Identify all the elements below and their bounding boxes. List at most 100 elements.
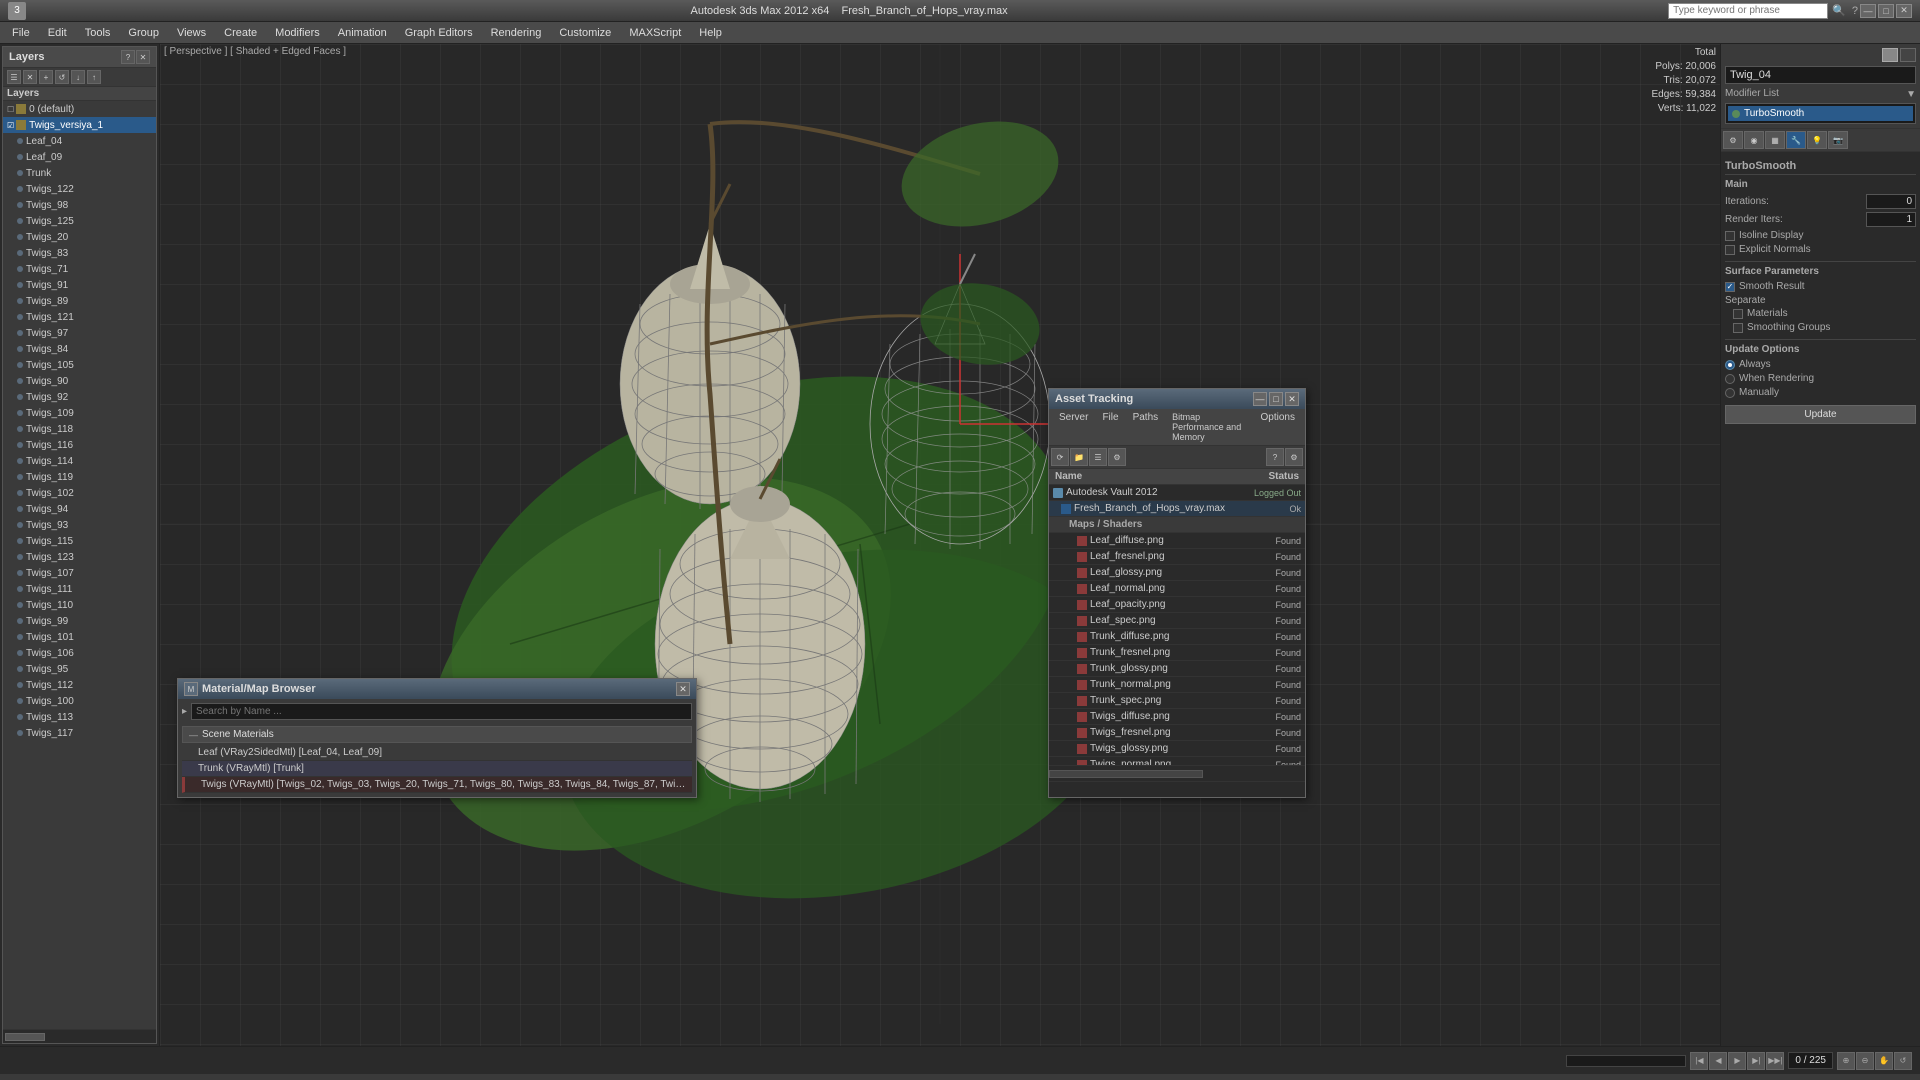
layer-item-trunk[interactable]: Trunk: [3, 165, 156, 181]
layers-down-btn[interactable]: ↓: [71, 70, 85, 84]
render-iters-input[interactable]: [1866, 212, 1916, 227]
layer-item-twigs107[interactable]: Twigs_107: [3, 565, 156, 581]
asset-hscroll[interactable]: [1049, 765, 1305, 781]
menu-modifiers[interactable]: Modifiers: [267, 25, 328, 41]
layer-item-twigs110[interactable]: Twigs_110: [3, 597, 156, 613]
asset-tracking-minimize[interactable]: —: [1253, 392, 1267, 406]
isoline-display-checkbox[interactable]: [1725, 231, 1735, 241]
go-end-btn[interactable]: ▶▶|: [1766, 1052, 1784, 1070]
asset-row-vault[interactable]: Autodesk Vault 2012 Logged Out: [1049, 485, 1305, 501]
menu-maxscript[interactable]: MAXScript: [621, 25, 689, 41]
asset-row-trunk-fresnel[interactable]: Trunk_fresnel.png Found: [1049, 645, 1305, 661]
menu-group[interactable]: Group: [120, 25, 167, 41]
layer-item-twigs101[interactable]: Twigs_101: [3, 629, 156, 645]
layer-item-twigs122[interactable]: Twigs_122: [3, 181, 156, 197]
material-browser-close[interactable]: ✕: [676, 682, 690, 696]
asset-row-trunk-spec[interactable]: Trunk_spec.png Found: [1049, 693, 1305, 709]
material-search-input[interactable]: [191, 703, 692, 720]
asset-menu-file[interactable]: File: [1096, 411, 1124, 443]
tab-icon-4[interactable]: 🔧: [1786, 131, 1806, 149]
search-input[interactable]: [1668, 3, 1828, 19]
smooth-result-checkbox[interactable]: ✓: [1725, 282, 1735, 292]
asset-row-twigs-glossy[interactable]: Twigs_glossy.png Found: [1049, 741, 1305, 757]
tab-icon-2[interactable]: ◉: [1744, 131, 1764, 149]
asset-refresh-btn[interactable]: ⟳: [1051, 448, 1069, 466]
mat-item-leaf[interactable]: Leaf (VRay2SidedMtl) [Leaf_04, Leaf_09]: [182, 745, 692, 761]
pan-btn[interactable]: ✋: [1875, 1052, 1893, 1070]
color-swatch-1[interactable]: [1882, 48, 1898, 62]
iterations-input[interactable]: [1866, 194, 1916, 209]
layer-item-twigs91[interactable]: Twigs_91: [3, 277, 156, 293]
mat-item-twigs[interactable]: Twigs (VRayMtl) [Twigs_02, Twigs_03, Twi…: [182, 777, 692, 793]
maximize-button[interactable]: □: [1878, 4, 1894, 18]
layer-item-twigs106[interactable]: Twigs_106: [3, 645, 156, 661]
material-browser-titlebar[interactable]: M Material/Map Browser ✕: [178, 679, 696, 699]
layer-item-twigs90[interactable]: Twigs_90: [3, 373, 156, 389]
asset-row-leaf-fresnel[interactable]: Leaf_fresnel.png Found: [1049, 549, 1305, 565]
asset-list-btn[interactable]: ☰: [1089, 448, 1107, 466]
layers-hscroll-thumb[interactable]: [5, 1033, 45, 1041]
asset-tracking-titlebar[interactable]: Asset Tracking — □ ✕: [1049, 389, 1305, 409]
help-icon[interactable]: ?: [1852, 5, 1858, 17]
layer-item-leaf04[interactable]: Leaf_04: [3, 133, 156, 149]
go-start-btn[interactable]: |◀: [1690, 1052, 1708, 1070]
layer-item-twigs84[interactable]: Twigs_84: [3, 341, 156, 357]
layer-item-twigs102[interactable]: Twigs_102: [3, 485, 156, 501]
layer-item-twigs97[interactable]: Twigs_97: [3, 325, 156, 341]
layers-close-btn[interactable]: ✕: [136, 50, 150, 64]
minimize-button[interactable]: —: [1860, 4, 1876, 18]
tab-icon-3[interactable]: ▦: [1765, 131, 1785, 149]
asset-tracking-maximize[interactable]: □: [1269, 392, 1283, 406]
asset-tracking-close[interactable]: ✕: [1285, 392, 1299, 406]
layer-item-twigs119[interactable]: Twigs_119: [3, 469, 156, 485]
layer-item-twigs113[interactable]: Twigs_113: [3, 709, 156, 725]
asset-row-trunk-diffuse[interactable]: Trunk_diffuse.png Found: [1049, 629, 1305, 645]
layer-item-twigs111[interactable]: Twigs_111: [3, 581, 156, 597]
asset-row-leaf-spec[interactable]: Leaf_spec.png Found: [1049, 613, 1305, 629]
asset-row-twigs-diffuse[interactable]: Twigs_diffuse.png Found: [1049, 709, 1305, 725]
update-button[interactable]: Update: [1725, 405, 1916, 424]
menu-file[interactable]: File: [4, 25, 38, 41]
viewport[interactable]: [ Perspective ] [ Shaded + Edged Faces ]…: [160, 44, 1720, 1046]
turbosmooth-modifier[interactable]: TurboSmooth: [1728, 106, 1913, 121]
layer-item-twigs114[interactable]: Twigs_114: [3, 453, 156, 469]
menu-customize[interactable]: Customize: [551, 25, 619, 41]
mat-item-trunk[interactable]: Trunk (VRayMtl) [Trunk]: [182, 761, 692, 777]
asset-row-trunk-glossy[interactable]: Trunk_glossy.png Found: [1049, 661, 1305, 677]
asset-row-leaf-opacity[interactable]: Leaf_opacity.png Found: [1049, 597, 1305, 613]
zoom-btn[interactable]: ⊕: [1837, 1052, 1855, 1070]
layers-list[interactable]: ☐ 0 (default) ☑ Twigs_versiya_1 Leaf_04 …: [3, 101, 156, 1029]
asset-row-leaf-diffuse[interactable]: Leaf_diffuse.png Found: [1049, 533, 1305, 549]
menu-help[interactable]: Help: [691, 25, 730, 41]
next-frame-btn[interactable]: ▶|: [1747, 1052, 1765, 1070]
manually-radio[interactable]: [1725, 388, 1735, 398]
menu-graph-editors[interactable]: Graph Editors: [397, 25, 481, 41]
layers-refresh-btn[interactable]: ↺: [55, 70, 69, 84]
layer-item-twigs93[interactable]: Twigs_93: [3, 517, 156, 533]
tab-icon-5[interactable]: 💡: [1807, 131, 1827, 149]
layer-item-twigs123[interactable]: Twigs_123: [3, 549, 156, 565]
asset-menu-server[interactable]: Server: [1053, 411, 1094, 443]
layer-item-twigs92[interactable]: Twigs_92: [3, 389, 156, 405]
asset-row-trunk-normal[interactable]: Trunk_normal.png Found: [1049, 677, 1305, 693]
orbit-btn[interactable]: ↺: [1894, 1052, 1912, 1070]
asset-menu-paths[interactable]: Paths: [1127, 411, 1165, 443]
layer-item-twigs99[interactable]: Twigs_99: [3, 613, 156, 629]
asset-hscroll-thumb[interactable]: [1049, 770, 1203, 778]
tab-icon-1[interactable]: ⚙: [1723, 131, 1743, 149]
modifier-dropdown-btn[interactable]: ▼: [1906, 89, 1916, 100]
menu-rendering[interactable]: Rendering: [483, 25, 550, 41]
layer-item-twigs116[interactable]: Twigs_116: [3, 437, 156, 453]
layer-item-twigs117[interactable]: Twigs_117: [3, 725, 156, 741]
menu-edit[interactable]: Edit: [40, 25, 75, 41]
object-name-input[interactable]: [1725, 66, 1916, 84]
layer-item-default[interactable]: ☐ 0 (default): [3, 101, 156, 117]
when-rendering-radio[interactable]: [1725, 374, 1735, 384]
layer-item-twigs-versiya[interactable]: ☑ Twigs_versiya_1: [3, 117, 156, 133]
asset-help-btn[interactable]: ?: [1266, 448, 1284, 466]
layer-item-twigs118[interactable]: Twigs_118: [3, 421, 156, 437]
asset-row-twigs-fresnel[interactable]: Twigs_fresnel.png Found: [1049, 725, 1305, 741]
layer-item-twigs121[interactable]: Twigs_121: [3, 309, 156, 325]
asset-table-content[interactable]: Autodesk Vault 2012 Logged Out Fresh_Bra…: [1049, 485, 1305, 765]
explicit-normals-checkbox[interactable]: [1725, 245, 1735, 255]
